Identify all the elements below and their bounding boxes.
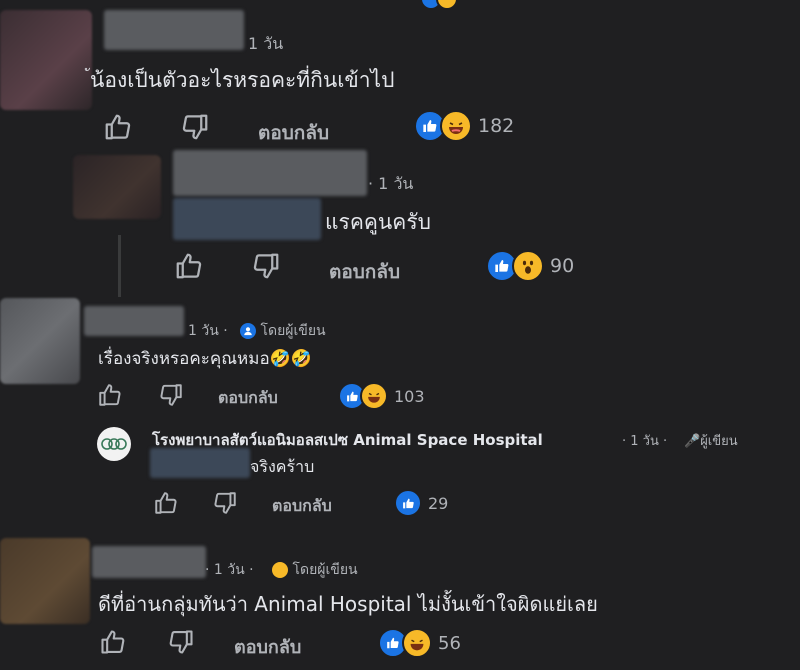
page-avatar[interactable] [97,427,131,461]
laughing-emoji-icon [440,110,472,142]
comment-time[interactable]: · 1 วัน [368,172,413,197]
laughing-emoji-icon [436,0,458,10]
reaction-count[interactable]: 103 [394,387,425,406]
reaction-summary[interactable]: 103 [338,382,425,410]
commenter-name[interactable] [84,306,184,336]
like-button-icon[interactable] [174,251,204,281]
comment-time[interactable]: 1 วัน · [188,320,228,342]
dislike-button-icon[interactable] [158,382,184,408]
reply-button[interactable]: ตอบกลับ [218,386,278,411]
reaction-count[interactable]: 56 [438,633,461,654]
top-partial-reactions [420,0,458,10]
laughing-emoji-icon [402,628,432,658]
wow-emoji-icon [512,250,544,282]
thread-line [118,235,121,297]
reply-button[interactable]: ตอบกลับ [329,257,400,287]
like-button-icon[interactable] [153,490,179,516]
comment-text: แรคคูนครับ [325,210,431,234]
dislike-button-icon[interactable] [212,490,238,516]
reply-button[interactable]: ตอบกลับ [272,494,332,519]
author-badge: โดยผู้เขียน [240,320,326,342]
avatar[interactable] [0,298,80,384]
comment-time[interactable]: · 1 วัน · [205,559,254,581]
laughing-emoji-icon [360,382,388,410]
dislike-button-icon[interactable] [180,112,210,142]
dislike-button-icon[interactable] [167,628,195,656]
microphone-icon: 🎤 [684,434,701,449]
reaction-summary[interactable]: 29 [394,489,448,517]
like-button-icon[interactable] [97,382,123,408]
author-icon [240,323,256,339]
reaction-count[interactable]: 29 [428,494,448,513]
reaction-count[interactable]: 182 [478,115,514,137]
comment-text: จริงคร้าบ [250,457,315,476]
reaction-count[interactable]: 90 [550,255,574,277]
comment-text: ดีที่อ่านกลุ่มทันว่า Animal Hospital ไม่… [98,592,598,616]
animal-space-logo-icon [101,438,127,450]
reaction-summary[interactable]: 90 [486,250,574,282]
comment-text: เรื่องจริงหรอคะคุณหมอ🤣🤣 [98,349,312,369]
reaction-summary[interactable]: 56 [378,628,461,658]
comment-time[interactable]: · 1 วัน · [622,430,667,451]
author-badge: 🎤ผู้เขียน [684,434,738,449]
like-button-icon[interactable] [99,628,127,656]
author-badge: โดยผู้เขียน [272,559,358,581]
avatar[interactable] [73,155,161,219]
tagged-user[interactable] [150,448,250,478]
commenter-name[interactable] [104,10,244,50]
avatar[interactable] [0,538,90,624]
reply-button[interactable]: ตอบกลับ [234,632,301,661]
dislike-button-icon[interactable] [251,251,281,281]
like-icon [394,489,422,517]
comment-text: ัน้องเป็นตัวอะไรหรอคะที่กินเข้าไป [90,68,395,92]
reply-button[interactable]: ตอบกลับ [258,118,329,148]
grinning-emoji-icon [272,562,288,578]
tagged-user[interactable] [173,198,321,240]
avatar[interactable] [0,10,92,110]
commenter-name[interactable] [173,150,367,196]
commenter-name[interactable] [92,546,206,578]
comment-time[interactable]: 1 วัน [248,32,283,57]
reaction-summary[interactable]: 182 [414,110,514,142]
like-button-icon[interactable] [103,112,133,142]
